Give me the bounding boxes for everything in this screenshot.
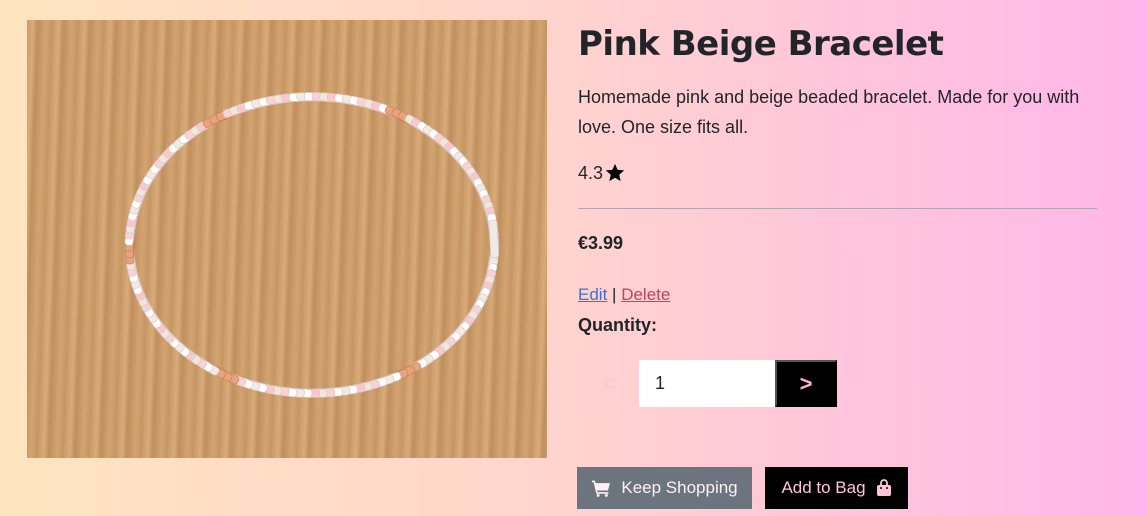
quantity-label: Quantity: xyxy=(578,315,657,335)
quantity-stepper: < > xyxy=(578,360,837,407)
delete-link[interactable]: Delete xyxy=(621,285,670,304)
divider xyxy=(578,208,1097,209)
rating-value: 4.3 xyxy=(578,162,604,183)
admin-links: Edit | Delete xyxy=(578,285,670,305)
shopping-bag-icon xyxy=(876,479,892,497)
quantity-input[interactable] xyxy=(639,360,775,407)
product-description: Homemade pink and beige beaded bracelet.… xyxy=(578,87,1080,137)
edit-link[interactable]: Edit xyxy=(578,285,607,304)
star-icon xyxy=(605,163,625,182)
product-rating: 4.3 xyxy=(578,162,1098,184)
link-separator: | xyxy=(612,285,617,304)
decrement-button[interactable]: < xyxy=(578,360,639,407)
keep-shopping-label: Keep Shopping xyxy=(621,478,738,497)
product-price: €3.99 xyxy=(578,233,624,253)
product-details: Pink Beige Bracelet Homemade pink and be… xyxy=(578,22,1098,407)
increment-button[interactable]: > xyxy=(775,360,837,407)
product-image xyxy=(27,20,547,458)
keep-shopping-button[interactable]: Keep Shopping xyxy=(577,467,752,509)
add-to-bag-button[interactable]: Add to Bag xyxy=(765,467,908,509)
product-title: Pink Beige Bracelet xyxy=(578,24,944,64)
bracelet-photo xyxy=(124,92,500,398)
bead xyxy=(488,219,499,259)
cart-icon xyxy=(591,479,611,497)
add-to-bag-label: Add to Bag xyxy=(781,478,866,497)
